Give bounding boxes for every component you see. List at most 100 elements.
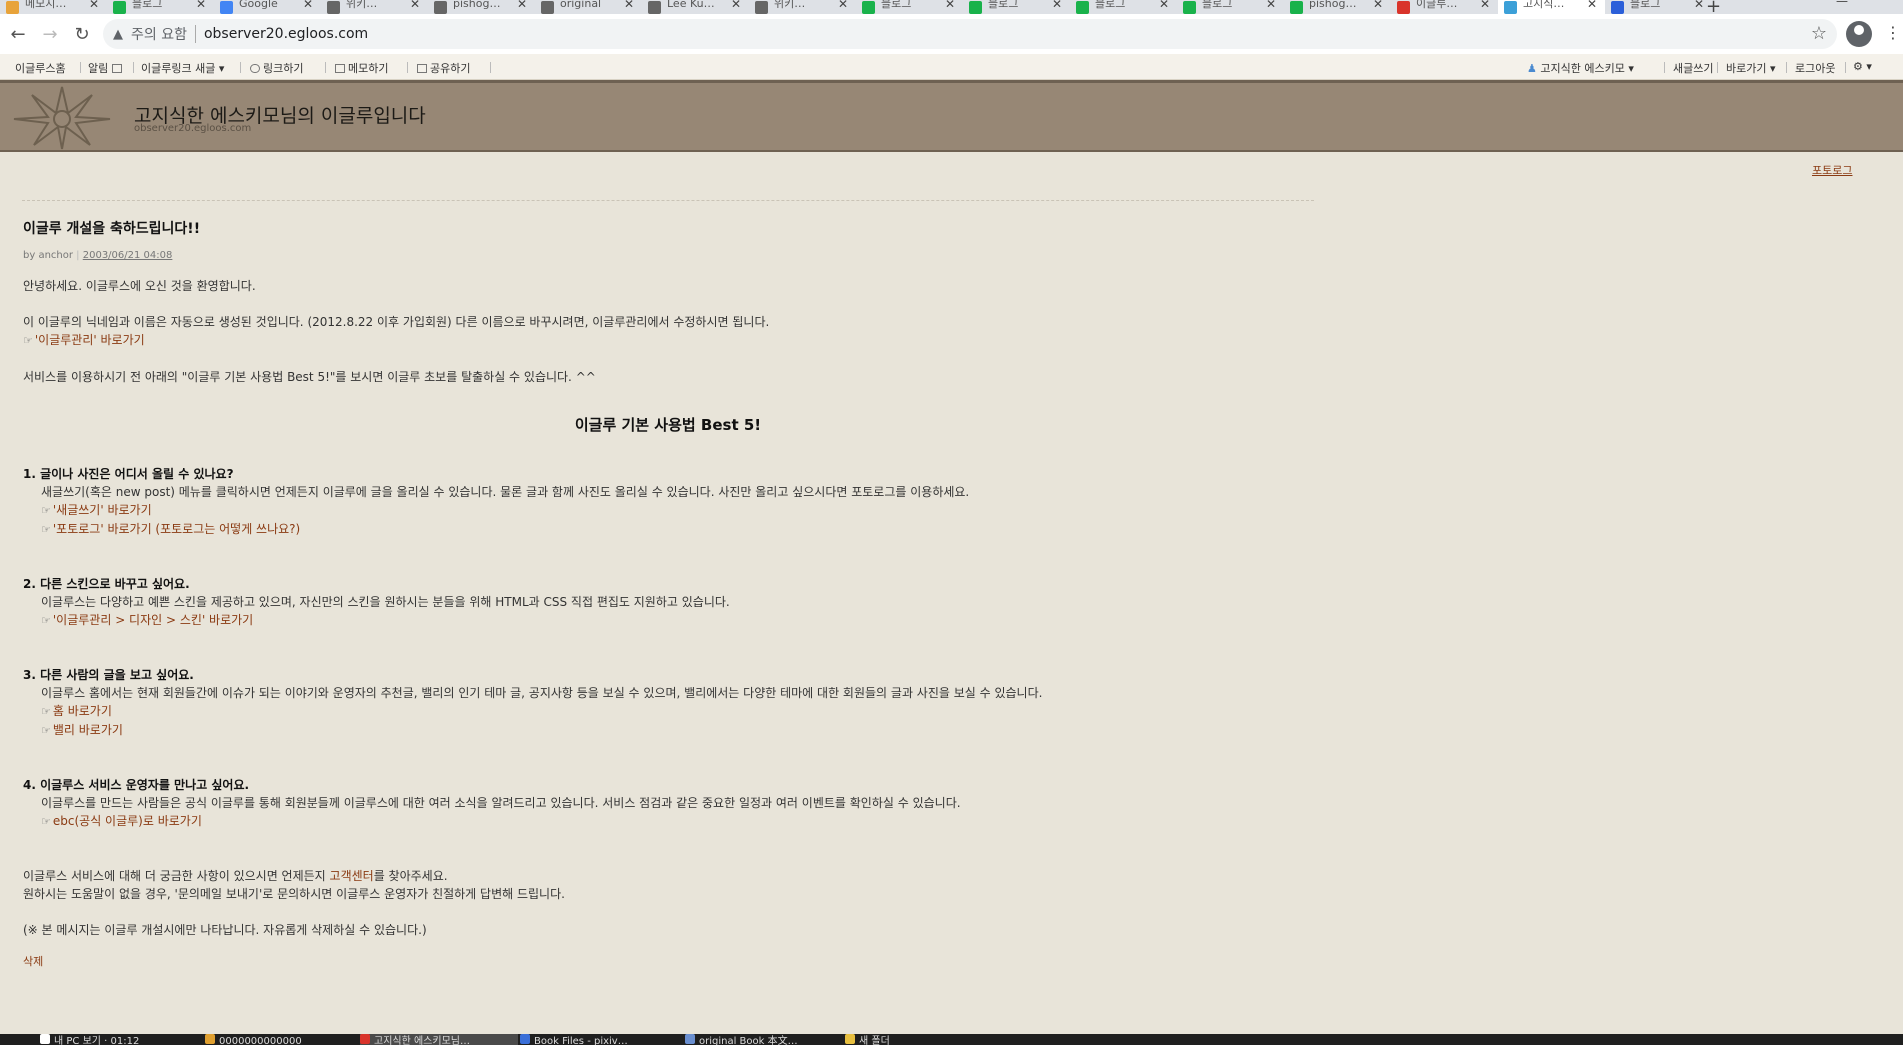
section-link-row: ☞ ebc(공식 이글루)로 바로가기 bbox=[23, 812, 1323, 831]
new-tab-button[interactable]: + bbox=[1706, 0, 1721, 14]
tab-favicon-icon bbox=[113, 0, 126, 14]
tab-title: 블로그 bbox=[988, 0, 1019, 10]
user-menu[interactable]: ♟ 고지식한 에스키모 ▾ bbox=[1527, 60, 1634, 76]
photolog-link[interactable]: 포토로그 bbox=[1812, 162, 1852, 178]
home-shortcut-link[interactable]: 홈 바로가기 bbox=[53, 704, 112, 718]
tab-close-icon[interactable]: ✕ bbox=[1480, 0, 1490, 11]
customer-center-link[interactable]: 고객센터 bbox=[330, 869, 374, 883]
share-action[interactable]: 공유하기 bbox=[417, 60, 470, 76]
settings-menu[interactable]: ⚙ ▾ bbox=[1853, 60, 1872, 73]
post-date[interactable]: 2003/06/21 04:08 bbox=[83, 250, 173, 261]
reload-icon: ↻ bbox=[74, 23, 90, 45]
section-title: 4. 이글루스 서비스 운영자를 만나고 싶어요. bbox=[23, 778, 250, 792]
egloos-home-link[interactable]: 이글루스홈 bbox=[15, 60, 66, 76]
forward-button[interactable]: → bbox=[36, 20, 64, 48]
taskbar-app-icon bbox=[205, 1034, 215, 1044]
notification-link[interactable]: 알림 bbox=[88, 60, 125, 76]
tab-title: 위키… bbox=[346, 0, 378, 10]
taskbar-item[interactable]: 새 폴더 bbox=[845, 1034, 1003, 1045]
blog-post: 이글루 개설을 축하드립니다!! by anchor | 2003/06/21 … bbox=[23, 218, 1323, 971]
browser-tab[interactable]: Google ✕ bbox=[214, 0, 321, 14]
new-post-link[interactable]: 새글쓰기 bbox=[1673, 60, 1713, 76]
blog-header: 고지식한 에스키모님의 이글루입니다 observer20.egloos.com bbox=[0, 80, 1903, 152]
tab-close-icon[interactable]: ✕ bbox=[731, 0, 741, 11]
browser-tab[interactable]: 위키… ✕ bbox=[749, 0, 856, 14]
browser-tab[interactable]: 블로그 ✕ bbox=[1605, 0, 1712, 14]
taskbar-item[interactable]: 0000000000000 bbox=[205, 1034, 363, 1045]
browser-tab[interactable]: Lee Ku… ✕ bbox=[642, 0, 749, 14]
tab-title: pishog… bbox=[1309, 0, 1357, 10]
security-status[interactable]: 주의 요함 bbox=[131, 24, 187, 44]
profile-avatar[interactable] bbox=[1846, 21, 1872, 47]
browser-tab[interactable]: 블로그 ✕ bbox=[1177, 0, 1284, 14]
browser-tab[interactable]: 메모지… ✕ bbox=[0, 0, 107, 14]
photolog-shortcut-link[interactable]: '포토로그' 바로가기 (포토로그는 어떻게 쓰나요?) bbox=[53, 522, 300, 536]
taskbar-item[interactable]: 고지식한 에스키모님… bbox=[360, 1034, 518, 1045]
tab-close-icon[interactable]: ✕ bbox=[1052, 0, 1062, 11]
address-bar[interactable]: ▲ 주의 요함 observer20.egloos.com ☆ bbox=[103, 19, 1837, 49]
taskbar-app-icon bbox=[845, 1034, 855, 1044]
delete-post-link[interactable]: 삭제 bbox=[23, 955, 43, 968]
taskbar-app-icon bbox=[520, 1034, 530, 1044]
bookmark-star-icon[interactable]: ☆ bbox=[1811, 23, 1827, 44]
tab-close-icon[interactable]: ✕ bbox=[1373, 0, 1383, 11]
section-body: 이글루스는 다양하고 예쁜 스킨을 제공하고 있으며, 자신만의 스킨을 원하시… bbox=[41, 595, 730, 609]
browser-tab[interactable]: pishog… ✕ bbox=[1284, 0, 1391, 14]
tab-favicon-icon bbox=[862, 0, 875, 14]
skin-shortcut-link[interactable]: '이글루관리 > 디자인 > 스킨' 바로가기 bbox=[53, 613, 253, 627]
browser-tab[interactable]: pishog… ✕ bbox=[428, 0, 535, 14]
arrow-left-icon: ← bbox=[10, 23, 26, 45]
tab-close-icon[interactable]: ✕ bbox=[196, 0, 206, 11]
memo-action[interactable]: 메모하기 bbox=[335, 60, 388, 76]
link-action[interactable]: 링크하기 bbox=[250, 60, 303, 76]
tab-close-icon[interactable]: ✕ bbox=[1159, 0, 1169, 11]
browser-menu-icon[interactable]: ⋮ bbox=[1885, 23, 1901, 42]
tab-title: pishog… bbox=[453, 0, 501, 10]
tab-close-icon[interactable]: ✕ bbox=[89, 0, 99, 11]
taskbar-item[interactable]: original Book 本文… bbox=[685, 1034, 843, 1045]
browser-tab[interactable]: 고지식… ✕ bbox=[1498, 0, 1605, 14]
tab-close-icon[interactable]: ✕ bbox=[1694, 0, 1704, 11]
browser-tab[interactable]: 이글루… ✕ bbox=[1391, 0, 1498, 14]
ebc-shortcut-link[interactable]: ebc(공식 이글루)로 바로가기 bbox=[53, 814, 202, 828]
section-body: 이글루스를 만드는 사람들은 공식 이글루를 통해 회원분들께 이글루스에 대한… bbox=[41, 796, 961, 810]
browser-tab[interactable]: 블로그 ✕ bbox=[107, 0, 214, 14]
tab-close-icon[interactable]: ✕ bbox=[624, 0, 634, 11]
reload-button[interactable]: ↻ bbox=[68, 20, 96, 48]
back-button[interactable]: ← bbox=[4, 20, 32, 48]
browser-tab[interactable]: 블로그 ✕ bbox=[856, 0, 963, 14]
browser-tab[interactable]: 위키… ✕ bbox=[321, 0, 428, 14]
new-post-shortcut-link[interactable]: '새글쓰기' 바로가기 bbox=[53, 503, 152, 517]
divider-line bbox=[22, 200, 1314, 201]
taskbar-item[interactable]: 내 PC 보기 · 01:12 bbox=[40, 1034, 198, 1045]
egloo-link-new-posts-menu[interactable]: 이글루링크 새글 ▾ bbox=[141, 60, 224, 76]
browser-tab[interactable]: 블로그 ✕ bbox=[963, 0, 1070, 14]
taskbar-item-label: original Book 本文… bbox=[699, 1036, 798, 1045]
user-icon: ♟ bbox=[1527, 62, 1537, 75]
logout-link[interactable]: 로그아웃 bbox=[1795, 60, 1835, 76]
tab-close-icon[interactable]: ✕ bbox=[945, 0, 955, 11]
share-label: 공유하기 bbox=[430, 62, 471, 75]
pointing-hand-icon: ☞ bbox=[41, 815, 51, 828]
tab-close-icon[interactable]: ✕ bbox=[838, 0, 848, 11]
window-minimize-button[interactable]: — bbox=[1836, 0, 1848, 8]
tab-title: original bbox=[560, 0, 602, 10]
tab-close-icon[interactable]: ✕ bbox=[1587, 0, 1597, 11]
shortcut-menu[interactable]: 바로가기 ▾ bbox=[1726, 60, 1776, 76]
browser-tab[interactable]: original ✕ bbox=[535, 0, 642, 14]
egloo-manage-link[interactable]: '이글루관리' 바로가기 bbox=[35, 333, 145, 347]
section-link-row: ☞ 홈 바로가기 bbox=[23, 702, 1323, 721]
tab-close-icon[interactable]: ✕ bbox=[410, 0, 420, 11]
taskbar-app-icon bbox=[685, 1034, 695, 1044]
taskbar-item[interactable]: Book Files - pixiv… bbox=[520, 1034, 678, 1045]
tab-close-icon[interactable]: ✕ bbox=[517, 0, 527, 11]
browser-tab[interactable]: 블로그 ✕ bbox=[1070, 0, 1177, 14]
tab-title: 위키… bbox=[774, 0, 806, 10]
url-text[interactable]: observer20.egloos.com bbox=[204, 26, 368, 42]
tab-close-icon[interactable]: ✕ bbox=[303, 0, 313, 11]
tab-favicon-icon bbox=[1611, 0, 1624, 14]
valley-shortcut-link[interactable]: 밸리 바로가기 bbox=[53, 723, 123, 737]
blog-url: observer20.egloos.com bbox=[134, 123, 252, 134]
post-title[interactable]: 이글루 개설을 축하드립니다!! bbox=[23, 218, 1323, 238]
tab-close-icon[interactable]: ✕ bbox=[1266, 0, 1276, 11]
